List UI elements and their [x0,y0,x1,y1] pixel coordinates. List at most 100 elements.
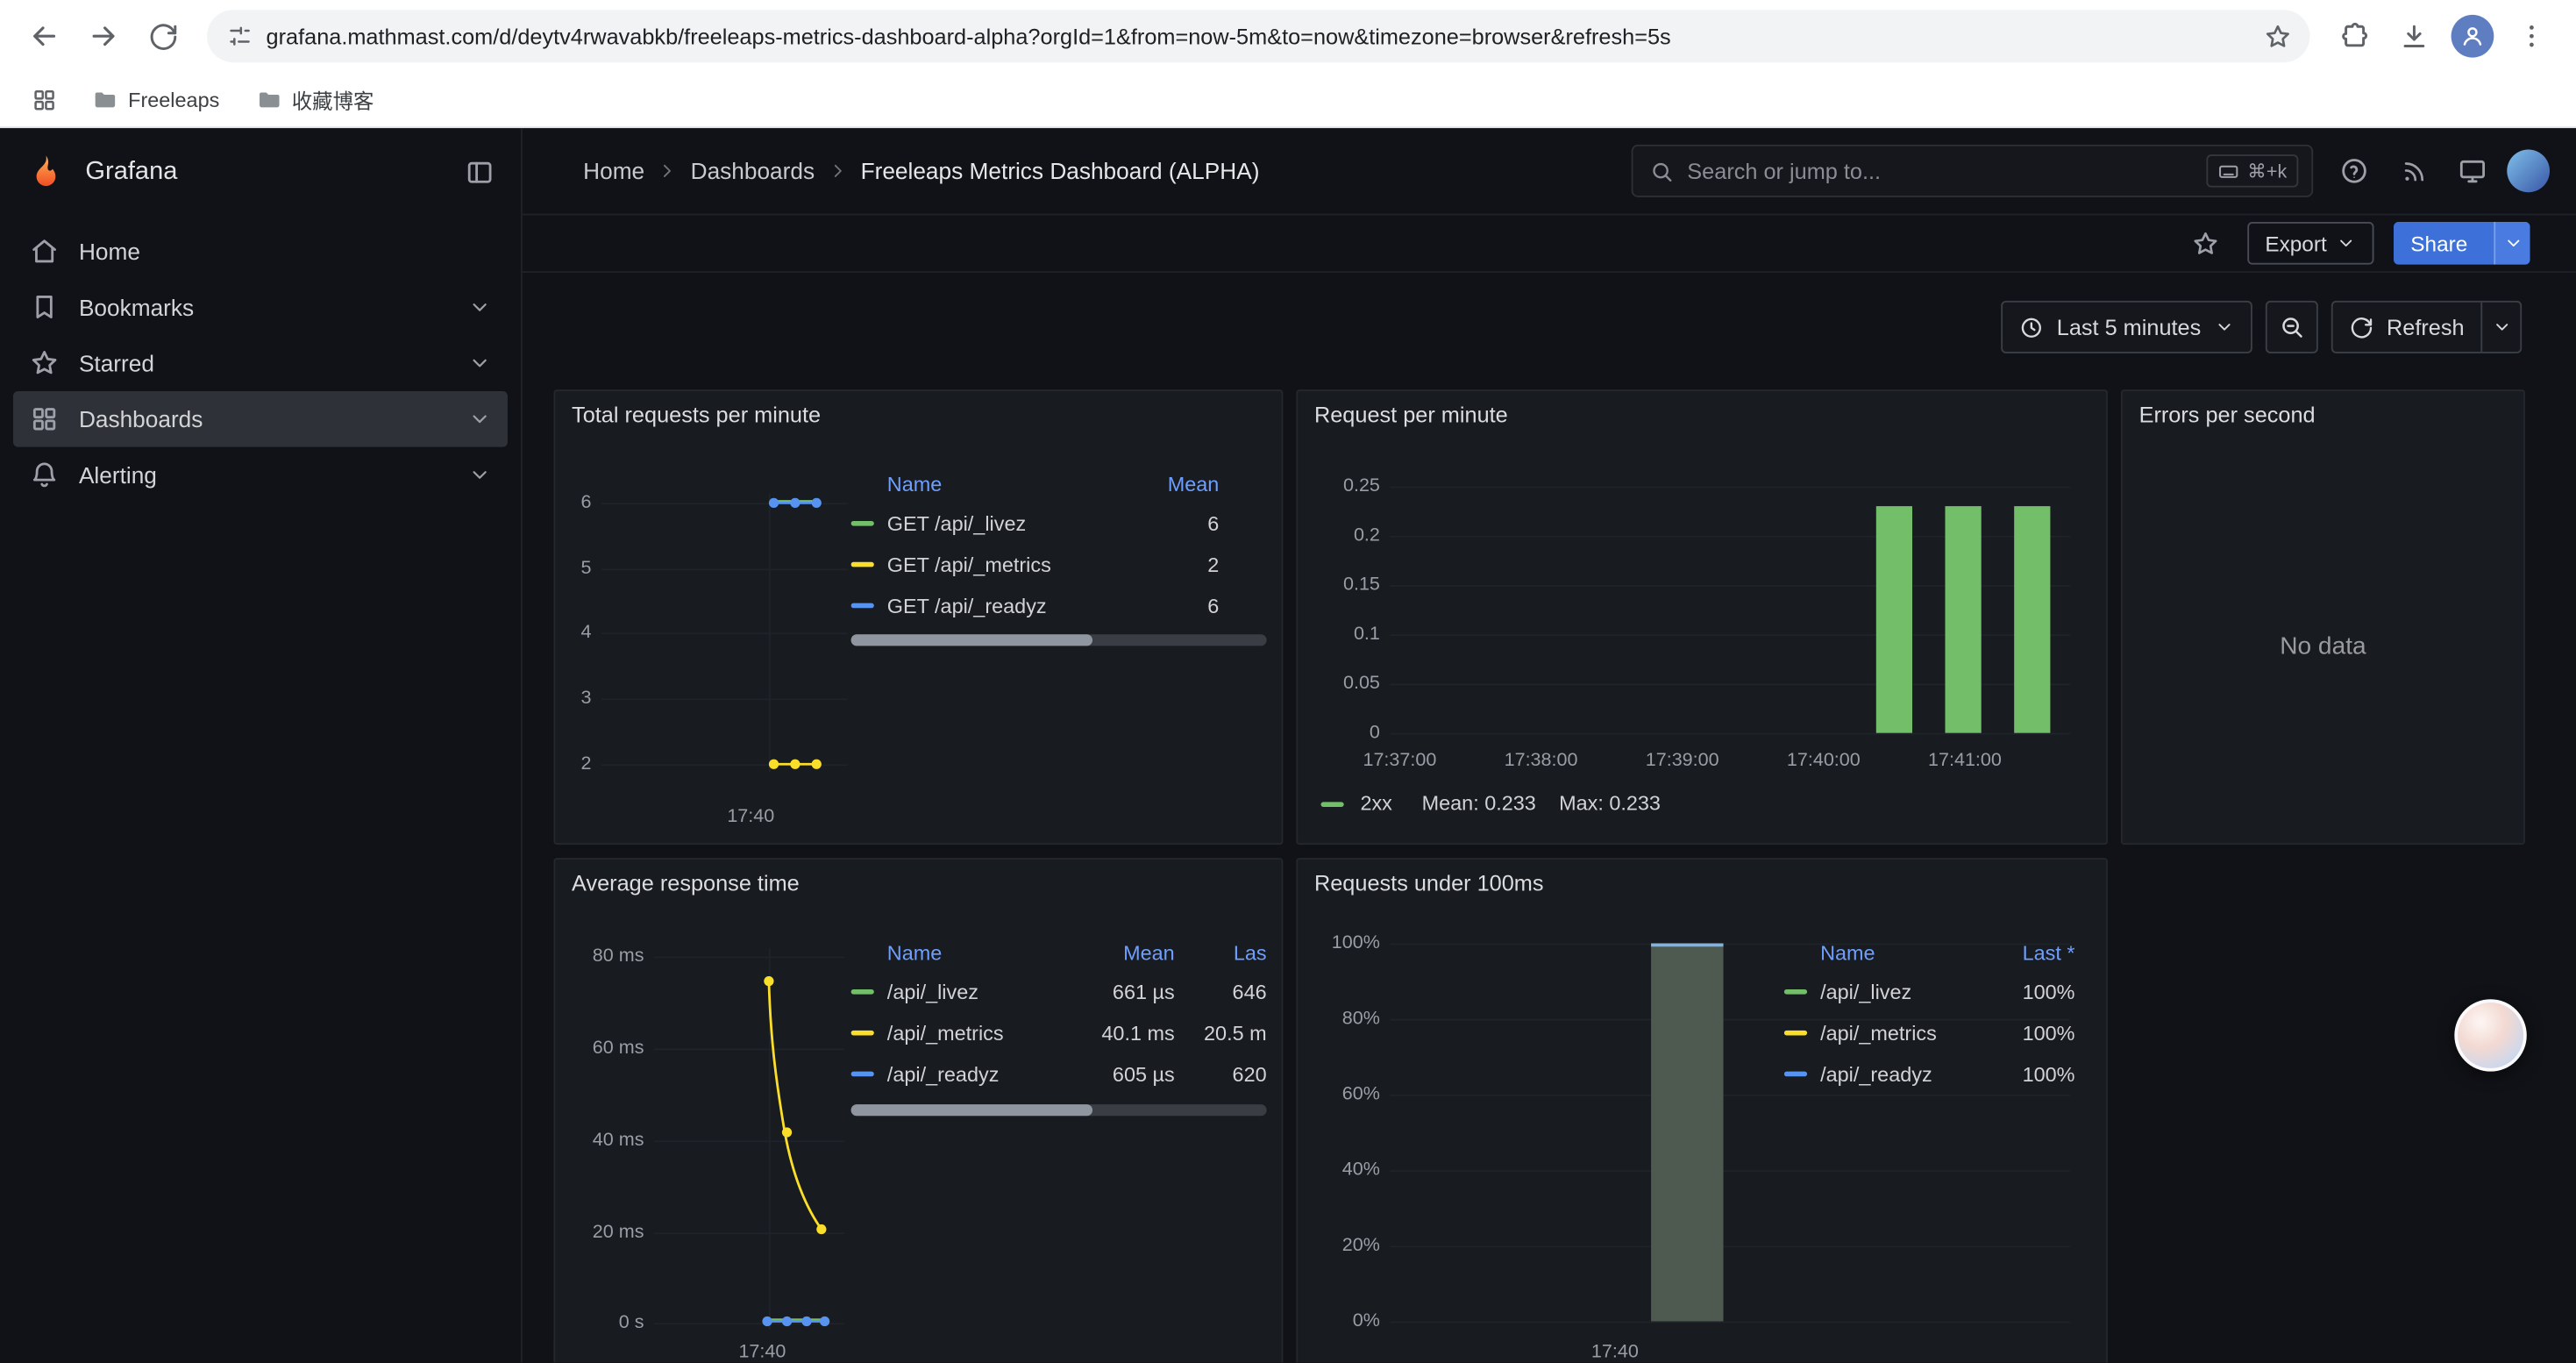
y-tick: 80% [1307,1008,1379,1031]
actions-bar: Export Share [523,215,2576,273]
legend-series-label[interactable]: 2xx [1360,792,1391,815]
header-icons [2330,146,2550,196]
sidebar-item-home[interactable]: Home [13,224,508,280]
bookmarks-bar: Freeleaps 收藏博客 [0,72,2576,128]
grafana-logo[interactable] [26,153,66,192]
panel-title[interactable]: Request per minute [1314,403,1508,427]
display-button[interactable] [2448,146,2497,196]
no-data-message: No data [2123,632,2523,660]
bookmark-label: 收藏博客 [292,84,374,116]
download-icon [2398,20,2430,52]
series-color-chip [851,521,874,526]
legend-header: Name Last * [1784,935,2075,971]
panel-title[interactable]: Errors per second [2139,403,2316,427]
legend-row[interactable]: /api/_livez 661 µs 646 [851,971,1267,1012]
clock-icon [2019,315,2044,339]
panel-total-requests: Total requests per minute 6 5 4 3 2 17:4… [553,389,1283,845]
legend-header: Name Mean Las [851,935,1267,971]
legend-col-name[interactable]: Name [887,474,1107,496]
downloads-button[interactable] [2386,8,2442,64]
forward-button[interactable] [75,8,132,64]
back-button[interactable] [17,8,73,64]
legend-col-mean[interactable]: Mean [1121,474,1219,496]
y-tick: 0.2 [1307,525,1379,547]
person-icon [2459,23,2486,49]
series-color-chip [1784,1072,1807,1077]
legend-row[interactable]: GET /api/_metrics 2 [851,544,1220,585]
shortcut-badge: ⌘+k [2206,154,2298,187]
legend-row[interactable]: GET /api/_livez 6 [851,503,1220,544]
search-input[interactable] [1687,159,2193,183]
x-tick: 17:38:00 [1484,749,1598,772]
reload-button[interactable] [135,8,191,64]
legend-col-mean[interactable]: Mean [1073,942,1175,965]
sidebar-item-alerting[interactable]: Alerting [13,447,508,503]
panel-legend: 2xx Mean: 0.233 Max: 0.233 [1320,792,1660,815]
address-bar[interactable]: grafana.mathmast.com/d/deytv4rwavabkb/fr… [207,10,2309,62]
chevron-down-icon[interactable] [468,296,491,318]
chevron-down-icon[interactable] [468,408,491,431]
collapse-sidebar-button[interactable] [465,158,495,188]
panel-title[interactable]: Requests under 100ms [1314,871,1544,896]
reload-icon [147,20,179,52]
y-tick: 0.15 [1307,574,1379,596]
home-icon [30,237,60,267]
breadcrumb-home[interactable]: Home [583,158,644,184]
legend-row[interactable]: /api/_livez 100% [1784,971,2075,1012]
share-button[interactable]: Share [2395,222,2530,265]
site-settings-icon[interactable] [227,23,253,49]
legend-row[interactable]: GET /api/_readyz 6 [851,585,1220,626]
legend-row[interactable]: /api/_metrics 100% [1784,1012,2075,1053]
legend-scrollbar[interactable] [851,1104,1267,1116]
legend-col-name[interactable]: Name [1820,942,1976,965]
series-color-chip [851,603,874,609]
apps-button[interactable] [23,78,66,121]
news-button[interactable] [2388,146,2437,196]
browser-menu-button[interactable] [2504,8,2560,64]
refresh-interval-button[interactable] [2480,303,2520,352]
zoom-out-time-button[interactable] [2265,301,2317,353]
profile-button[interactable] [2444,8,2501,64]
legend-scrollbar[interactable] [851,634,1267,646]
export-button[interactable]: Export [2247,222,2374,265]
series-color-chip [851,1072,874,1077]
legend-col-last[interactable]: Las [1188,942,1267,965]
share-label[interactable]: Share [2395,222,2484,265]
sidebar-item-bookmarks[interactable]: Bookmarks [13,280,508,336]
help-button[interactable] [2330,146,2379,196]
series-color-chip [851,562,874,567]
x-tick: 17:37:00 [1342,749,1457,772]
refresh-button[interactable]: Refresh [2330,301,2522,353]
folder-icon [256,86,282,112]
legend-max: Max: 0.233 [1559,792,1661,815]
chevron-down-icon[interactable] [468,463,491,486]
favorite-dashboard-button[interactable] [2185,222,2228,265]
sidebar-item-starred[interactable]: Starred [13,335,508,391]
bookmark-item-blog[interactable]: 收藏博客 [246,80,383,119]
legend-row[interactable]: /api/_readyz 100% [1784,1053,2075,1095]
share-menu-button[interactable] [2494,222,2530,265]
bookmark-item-freeleaps[interactable]: Freeleaps [82,80,230,119]
legend-col-name[interactable]: Name [887,942,1060,965]
y-tick: 40% [1307,1159,1379,1181]
chevron-down-icon[interactable] [468,352,491,375]
y-tick: 0.25 [1307,475,1379,498]
user-avatar[interactable] [2507,150,2550,193]
search-box[interactable]: ⌘+k [1632,145,2314,197]
bookmark-icon [30,293,60,323]
legend-row[interactable]: /api/_metrics 40.1 ms 20.5 m [851,1012,1267,1053]
sidebar-item-label: Starred [79,350,154,376]
monitor-icon [2458,156,2487,186]
bookmark-page-button[interactable] [2254,13,2300,59]
sidebar-item-dashboards[interactable]: Dashboards [13,391,508,447]
sidebar-item-label: Alerting [79,462,157,489]
floating-assistant-avatar[interactable] [2454,999,2526,1071]
breadcrumb-dashboards[interactable]: Dashboards [691,158,815,184]
profile-avatar [2451,15,2494,58]
time-range-button[interactable]: Last 5 minutes [2001,301,2252,353]
chevron-down-icon [2214,318,2233,337]
extensions-button[interactable] [2326,8,2382,64]
legend-row[interactable]: /api/_readyz 605 µs 620 [851,1053,1267,1095]
kebab-menu-icon [2517,21,2547,51]
legend-col-last[interactable]: Last * [1989,942,2074,965]
